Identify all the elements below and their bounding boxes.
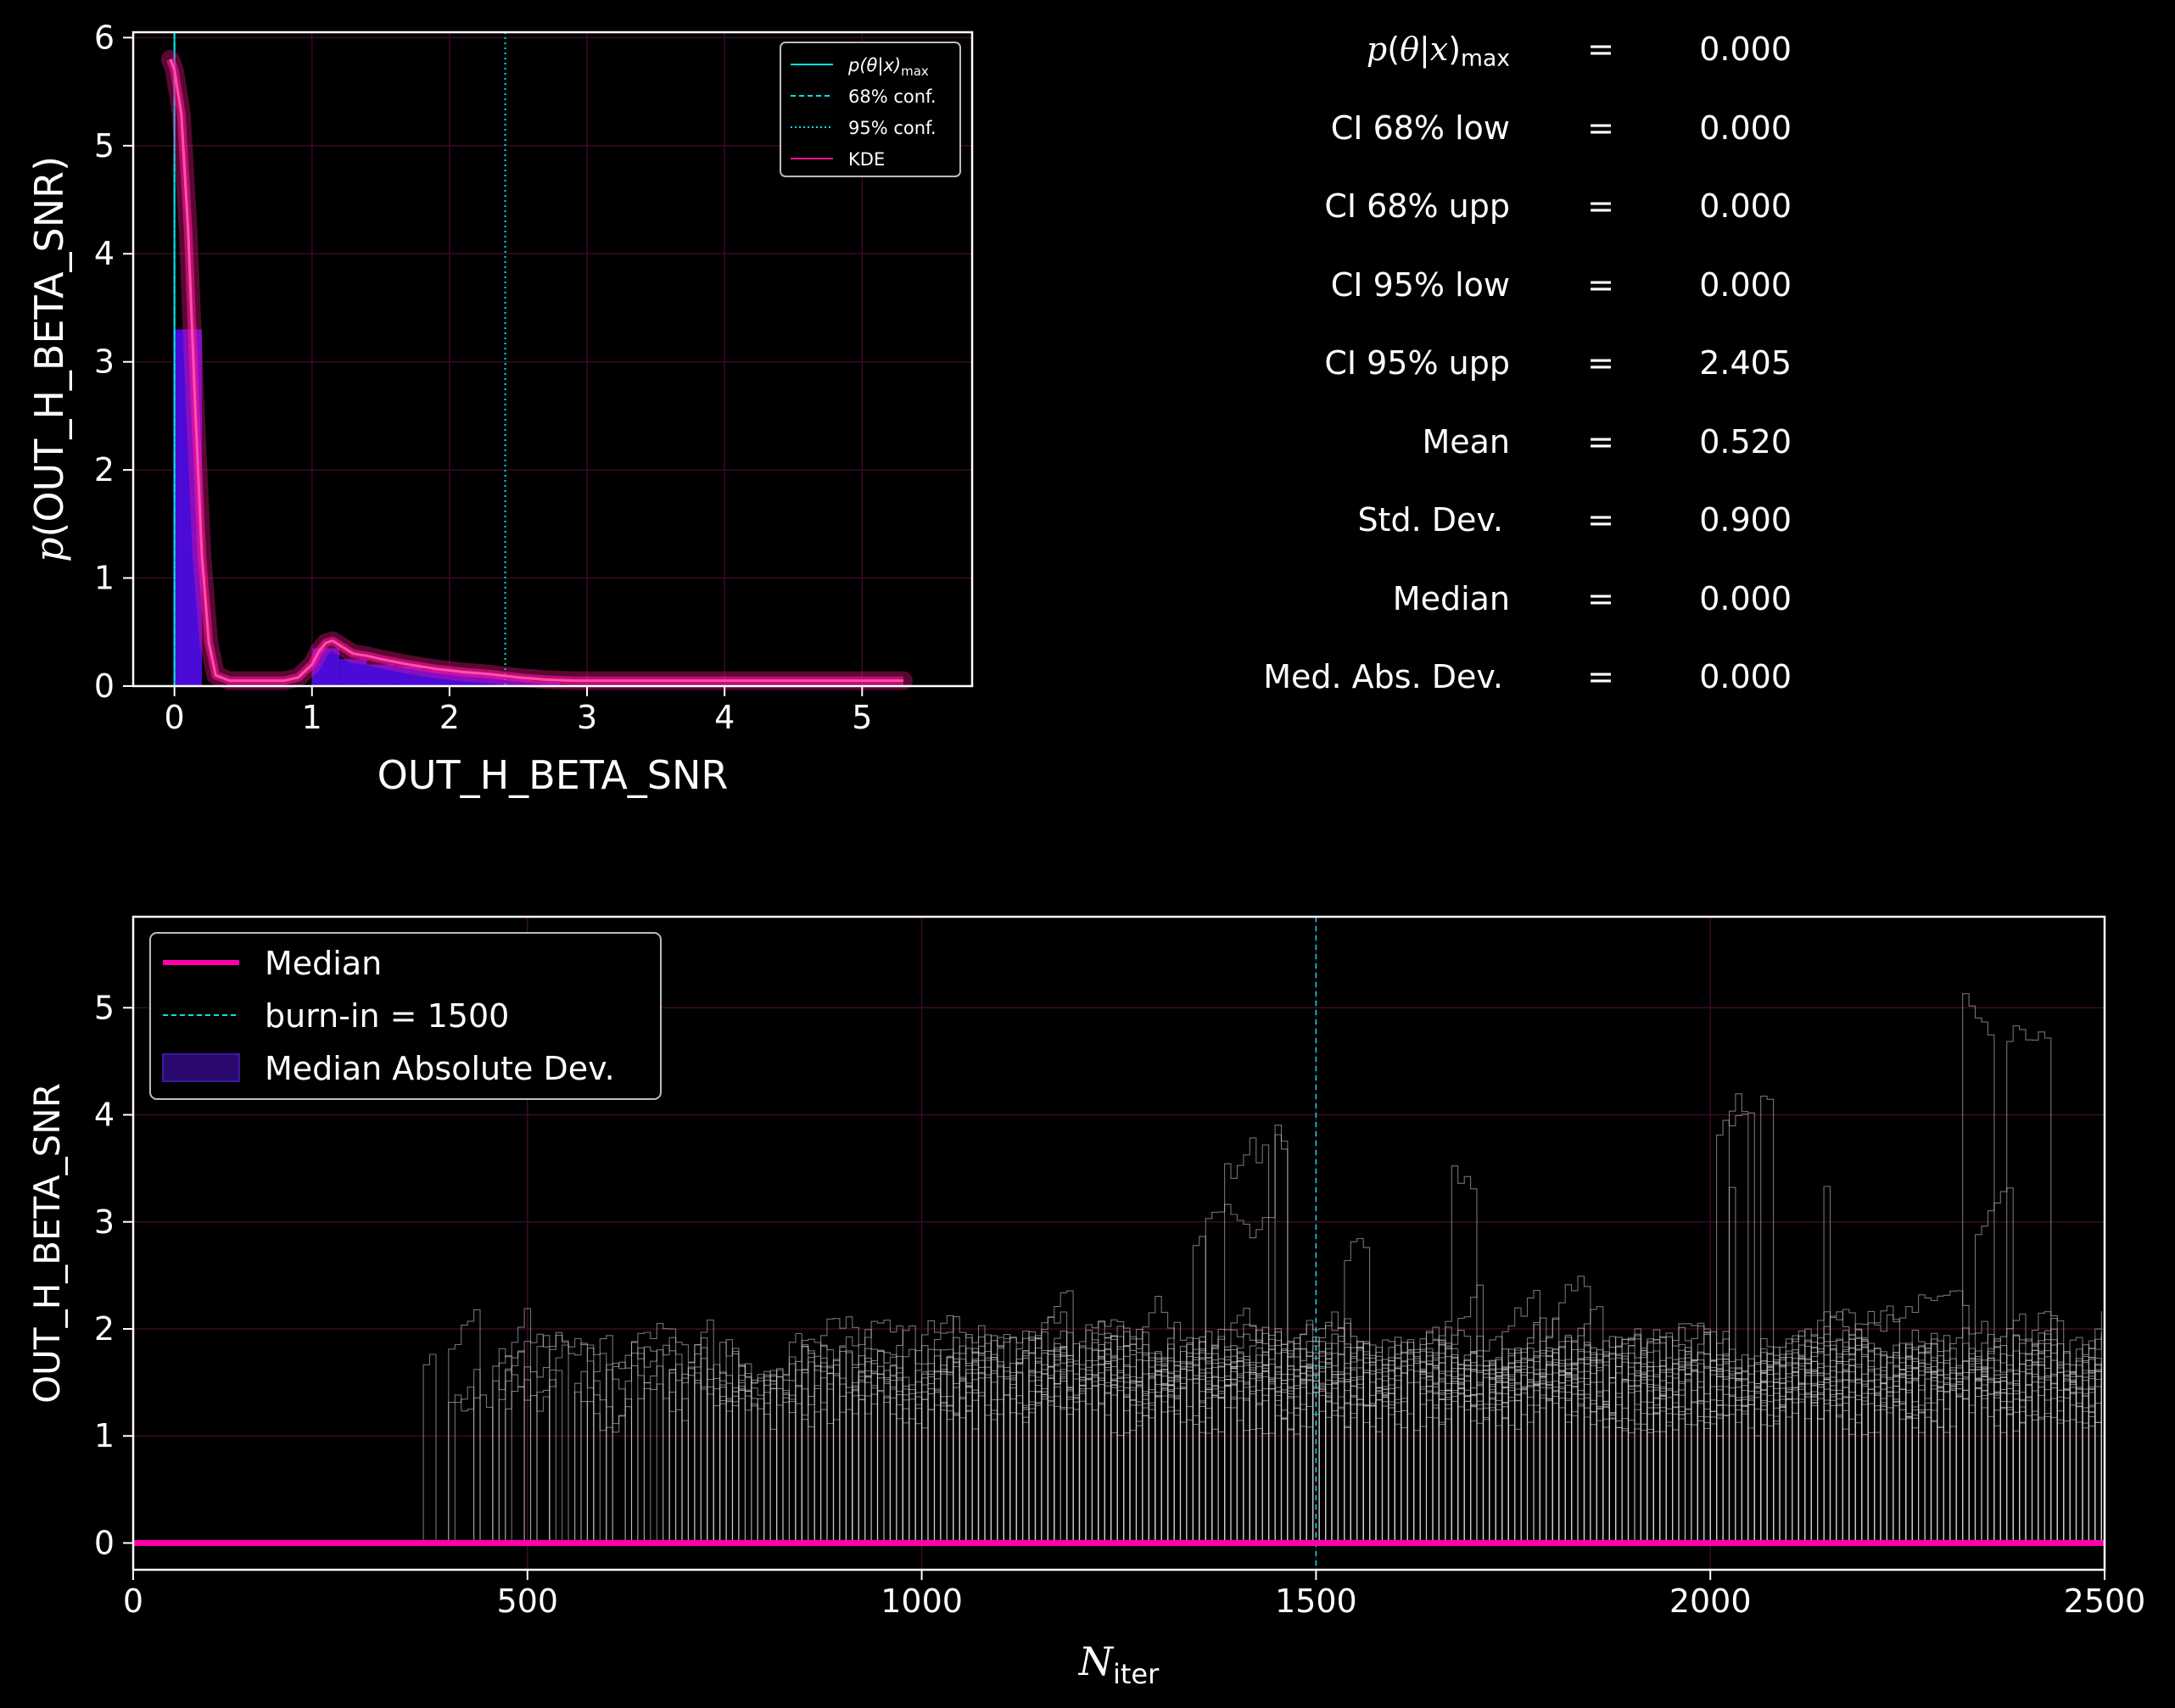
histogram-legend: p(θ|x)max68% conf.95% conf.KDE — [780, 42, 961, 177]
trace-y-tick-label: 0 — [94, 1524, 115, 1561]
figure: 0 1 2 3 4 5 0 1 2 3 4 5 6 OUT_H_BETA_SNR p(OUT_H_BET… — [0, 0, 2175, 1708]
hist-x-tick-label: 3 — [577, 699, 597, 736]
trace-x-tick-label: 1500 — [1275, 1582, 1357, 1620]
hist-y-tick-label: 3 — [94, 343, 115, 381]
hist-y-tick-label: 2 — [94, 451, 115, 488]
hist-x-tick-label: 0 — [165, 699, 185, 736]
trace-x-tick-label: 2500 — [2064, 1582, 2146, 1620]
trace-legend: Median burn-in = 1500 Median Absolute Dev. — [149, 932, 662, 1100]
hist-legend-label: 95% conf. — [848, 118, 937, 138]
hist-x-tick-label: 1 — [302, 699, 322, 736]
trace-y-axis-label: OUT_H_BETA_SNR — [26, 1083, 68, 1404]
trace-x-tick-label: 2000 — [1669, 1582, 1752, 1620]
trace-y-tick-label: 4 — [94, 1097, 115, 1134]
hist-x-tick-label: 4 — [714, 699, 735, 736]
trace-x-tick-label: 500 — [497, 1582, 559, 1620]
hist-y-tick-label: 6 — [94, 19, 115, 56]
trace-legend-label: Median Absolute Dev. — [265, 1050, 615, 1087]
trace-y-tick-label: 1 — [94, 1417, 115, 1454]
trace-y-tick-label: 3 — [94, 1203, 115, 1241]
hist-y-tick-label: 0 — [94, 667, 115, 705]
hist-x-tick-label: 2 — [439, 699, 460, 736]
hist-x-tick-label: 5 — [852, 699, 872, 736]
hist-y-tick-label: 4 — [94, 235, 115, 272]
hist-y-tick-label: 5 — [94, 127, 115, 165]
hist-legend-label: 68% conf. — [848, 87, 937, 107]
trace-x-tick-label: 1000 — [881, 1582, 963, 1620]
histogram-x-axis-label: OUT_H_BETA_SNR — [377, 752, 729, 798]
trace-legend-label: Median — [265, 945, 382, 982]
legend-mad-swatch — [162, 1053, 240, 1082]
trace-legend-label: burn-in = 1500 — [265, 997, 509, 1035]
trace-y-tick-label: 5 — [94, 989, 115, 1026]
histogram-y-axis-label: p(OUT_H_BETA_SNR) — [26, 156, 72, 562]
hist-y-tick-label: 1 — [94, 560, 115, 597]
trace-x-tick-label: 0 — [123, 1582, 143, 1620]
hist-legend-label: KDE — [848, 149, 885, 170]
trace-y-tick-label: 2 — [94, 1310, 115, 1348]
